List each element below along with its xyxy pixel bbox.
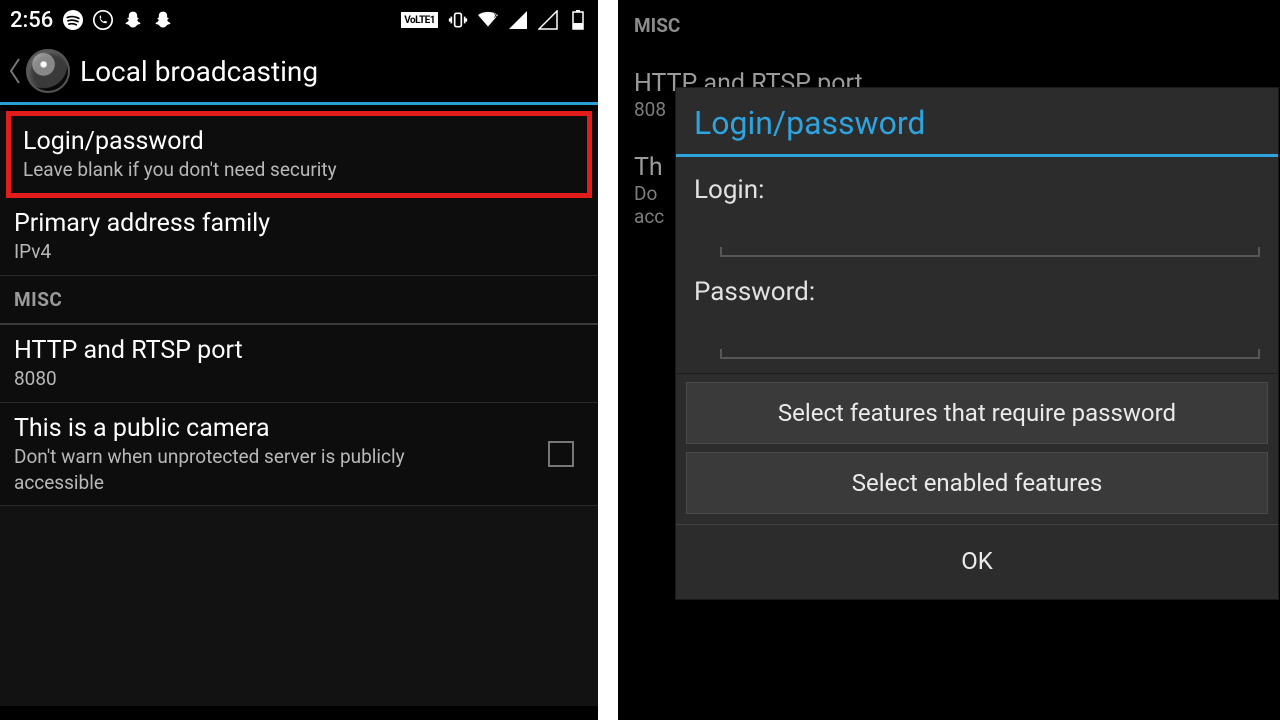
- left-empty-area: [0, 506, 598, 706]
- title-bar[interactable]: Local broadcasting: [0, 40, 598, 105]
- volte-badge: VoLTE1: [401, 12, 438, 28]
- row-public-camera[interactable]: This is a public camera Don't warn when …: [0, 403, 598, 507]
- dialog-title-underline: [676, 154, 1278, 157]
- whatsapp-icon: [93, 10, 113, 30]
- signal-empty-icon: [538, 10, 558, 30]
- battery-icon: [568, 10, 588, 30]
- status-bar: 2:56 VoLTE1 x: [0, 0, 598, 40]
- right-background: MISC HTTP and RTSP port 808 Th Do acc Lo…: [618, 0, 1280, 720]
- section-header-misc: MISC: [0, 276, 598, 325]
- row-primary-address-family[interactable]: Primary address family IPv4: [0, 198, 598, 276]
- dialog-separator: [676, 373, 1278, 374]
- login-password-dialog: Login/password Login: Password: Select f…: [676, 88, 1278, 599]
- svg-text:x: x: [494, 11, 498, 20]
- app-lens-icon: [26, 49, 70, 93]
- select-features-require-password-button[interactable]: Select features that require password: [686, 382, 1268, 444]
- row-port-sub: 8080: [14, 366, 584, 392]
- row-login-title: Login/password: [23, 126, 575, 157]
- back-chevron-icon[interactable]: [6, 39, 24, 104]
- left-screen: 2:56 VoLTE1 x: [0, 0, 598, 720]
- row-port-title: HTTP and RTSP port: [14, 335, 584, 366]
- row-family-sub: IPv4: [14, 239, 584, 265]
- snapchat-icon: [123, 10, 143, 30]
- row-login-sub: Leave blank if you don't need security: [23, 157, 575, 183]
- spotify-icon: [63, 10, 83, 30]
- settings-list: Login/password Leave blank if you don't …: [0, 111, 598, 506]
- password-input[interactable]: [720, 319, 1260, 359]
- vibrate-icon: [448, 10, 468, 30]
- screenshot-divider: [598, 0, 618, 720]
- right-screen: MISC HTTP and RTSP port 808 Th Do acc Lo…: [618, 0, 1280, 720]
- login-input[interactable]: [720, 217, 1260, 257]
- status-right: VoLTE1 x: [401, 10, 588, 30]
- password-label: Password:: [694, 271, 1260, 313]
- login-label: Login:: [694, 169, 1260, 211]
- dialog-body: Login: Password:: [676, 165, 1278, 359]
- page-title: Local broadcasting: [80, 55, 318, 88]
- row-family-title: Primary address family: [14, 208, 584, 239]
- signal-full-icon: [508, 10, 528, 30]
- select-enabled-features-button[interactable]: Select enabled features: [686, 452, 1268, 514]
- row-public-sub: Don't warn when unprotected server is pu…: [14, 444, 484, 495]
- wifi-icon: x: [478, 10, 498, 30]
- status-left: 2:56: [10, 8, 173, 33]
- row-public-title: This is a public camera: [14, 413, 484, 444]
- snapchat-icon-2: [153, 10, 173, 30]
- public-camera-checkbox[interactable]: [548, 441, 574, 467]
- row-http-rtsp-port[interactable]: HTTP and RTSP port 8080: [0, 325, 598, 403]
- dialog-title: Login/password: [676, 88, 1278, 154]
- status-clock: 2:56: [10, 8, 53, 33]
- bg-misc-header: MISC: [618, 0, 1280, 43]
- row-login-password[interactable]: Login/password Leave blank if you don't …: [6, 111, 592, 198]
- ok-button[interactable]: OK: [676, 524, 1278, 599]
